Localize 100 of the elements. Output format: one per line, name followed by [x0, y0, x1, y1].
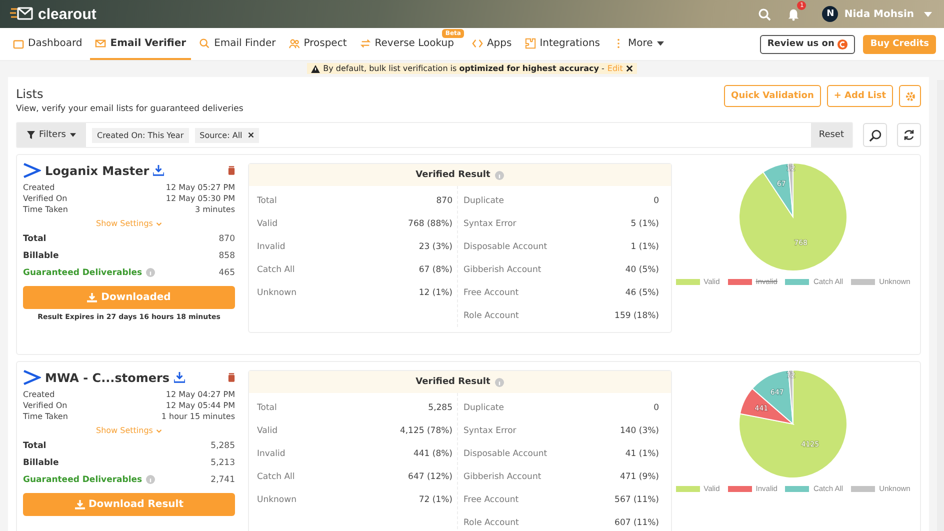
user-name[interactable]: Nida Mohsin: [844, 8, 914, 20]
result-value: 647 (12%): [408, 472, 452, 482]
quick-validation-button[interactable]: Quick Validation: [724, 85, 821, 107]
info-icon: [495, 378, 504, 386]
total-value: 870: [218, 234, 235, 244]
result-label: Unknown: [257, 494, 296, 504]
reset-button[interactable]: Reset: [810, 123, 852, 147]
caret-icon: [70, 133, 76, 137]
trash-icon[interactable]: [228, 166, 235, 175]
settings-icon: [904, 90, 916, 102]
pie-slice[interactable]: [738, 162, 848, 272]
caret-icon[interactable]: [924, 12, 932, 16]
detail-value: 1 hour 15 minutes: [161, 412, 235, 421]
tab-icon: [288, 38, 300, 48]
download-icon[interactable]: [174, 372, 185, 383]
download-icon[interactable]: [153, 165, 164, 176]
trash-icon[interactable]: [228, 373, 235, 382]
warning-icon: [311, 64, 320, 72]
tab-icon: [13, 38, 24, 48]
detail-label: Created: [23, 390, 55, 399]
nav-tab[interactable]: Dashboard: [8, 28, 88, 60]
total-label: Total: [23, 440, 46, 450]
result-value: 607 (11%): [614, 518, 659, 528]
info-icon: [146, 268, 156, 277]
nav-tab[interactable]: Apps: [466, 28, 517, 60]
result-label: Catch All: [257, 264, 295, 274]
result-value: 5,285: [428, 402, 452, 412]
nav-tab[interactable]: Email Verifier: [90, 28, 192, 60]
result-label: Valid: [257, 426, 278, 436]
info-icon: [495, 170, 504, 180]
review-button[interactable]: Review us on: [760, 34, 856, 54]
page-subtitle: View, verify your email lists for guaranteed deliveries: [16, 104, 244, 114]
pie-slice[interactable]: [738, 370, 848, 478]
tab-icon: [524, 38, 536, 48]
remove-icon[interactable]: [248, 132, 254, 138]
show-settings-link[interactable]: Show Settings: [96, 426, 162, 435]
close-icon[interactable]: [626, 65, 633, 72]
result-label: Catch All: [257, 472, 295, 482]
list-name[interactable]: MWA - C...stomers: [45, 370, 170, 384]
result-label: Total: [257, 402, 277, 412]
total-value: 5,213: [210, 458, 235, 468]
nav-tab[interactable]: Prospect: [284, 28, 352, 60]
bell-icon[interactable]: [787, 7, 800, 21]
user-avatar[interactable]: N: [822, 6, 838, 22]
result-label: Invalid: [257, 448, 286, 458]
result-value: 5 (1%): [630, 218, 659, 228]
edit-link[interactable]: Edit: [607, 64, 623, 73]
add-list-button[interactable]: + Add List: [826, 85, 893, 107]
show-settings-link[interactable]: Show Settings: [96, 219, 162, 228]
info-icon: [146, 475, 156, 484]
result-value: 12 (1%): [418, 288, 452, 298]
download-button[interactable]: Download Result: [23, 493, 235, 516]
result-value: 0: [654, 196, 659, 206]
download-icon: [87, 292, 98, 302]
filters-button[interactable]: Filters: [17, 123, 86, 147]
result-label: Total: [257, 196, 277, 206]
result-value: 140 (3%): [620, 426, 659, 436]
funnel-icon: [27, 131, 35, 139]
search-icon[interactable]: [758, 8, 772, 20]
result-value: 1 (1%): [630, 242, 659, 252]
detail-value: 3 minutes: [194, 205, 235, 214]
result-value: 567 (11%): [614, 494, 659, 504]
result-label: Role Account: [464, 518, 519, 528]
caret-icon: [656, 40, 664, 46]
buy-credits-button[interactable]: Buy Credits: [863, 34, 936, 54]
chevron-down-icon: [156, 222, 162, 226]
logo-icon: [10, 5, 34, 23]
table-title: Verified Result: [416, 377, 490, 387]
search-button[interactable]: [863, 123, 887, 147]
list-name[interactable]: Loganix Master: [45, 164, 150, 178]
download-icon: [74, 500, 84, 510]
result-label: Gibberish Account: [464, 472, 542, 482]
result-value: 67 (8%): [418, 264, 452, 274]
search-icon: [868, 128, 882, 142]
total-label: Billable: [23, 250, 59, 260]
filter-chip[interactable]: Source: All: [194, 128, 260, 142]
nav-tab[interactable]: Integrations: [520, 28, 605, 60]
result-label: Free Account: [464, 288, 519, 298]
download-button[interactable]: Downloaded: [23, 286, 235, 309]
total-value: 5,285: [210, 440, 235, 450]
guaranteed-label: Guaranteed Deliverables: [23, 474, 142, 484]
guaranteed-value: 465: [218, 268, 235, 278]
filter-chip[interactable]: Created On: This Year: [92, 128, 189, 142]
chevron-logo-icon: [23, 163, 41, 178]
detail-label: Verified On: [23, 401, 68, 410]
result-value: 471 (9%): [620, 472, 659, 482]
guaranteed-value: 2,741: [210, 474, 235, 484]
result-value: 46 (5%): [625, 288, 659, 298]
g2-logo-icon: [837, 38, 848, 50]
detail-value: 12 May 05:27 PM: [166, 183, 235, 192]
result-label: Role Account: [464, 310, 519, 320]
result-value: 0: [654, 402, 659, 412]
settings-button[interactable]: [899, 85, 921, 107]
result-label: Disposable Account: [464, 448, 548, 458]
tab-icon: [360, 38, 371, 48]
nav-tab[interactable]: More: [608, 28, 669, 60]
result-label: Invalid: [257, 242, 286, 252]
notice-text: By default, bulk list verification is optimized for highest accuracy -: [323, 64, 604, 73]
refresh-button[interactable]: [897, 123, 921, 147]
nav-tab[interactable]: Email Finder: [194, 28, 281, 60]
